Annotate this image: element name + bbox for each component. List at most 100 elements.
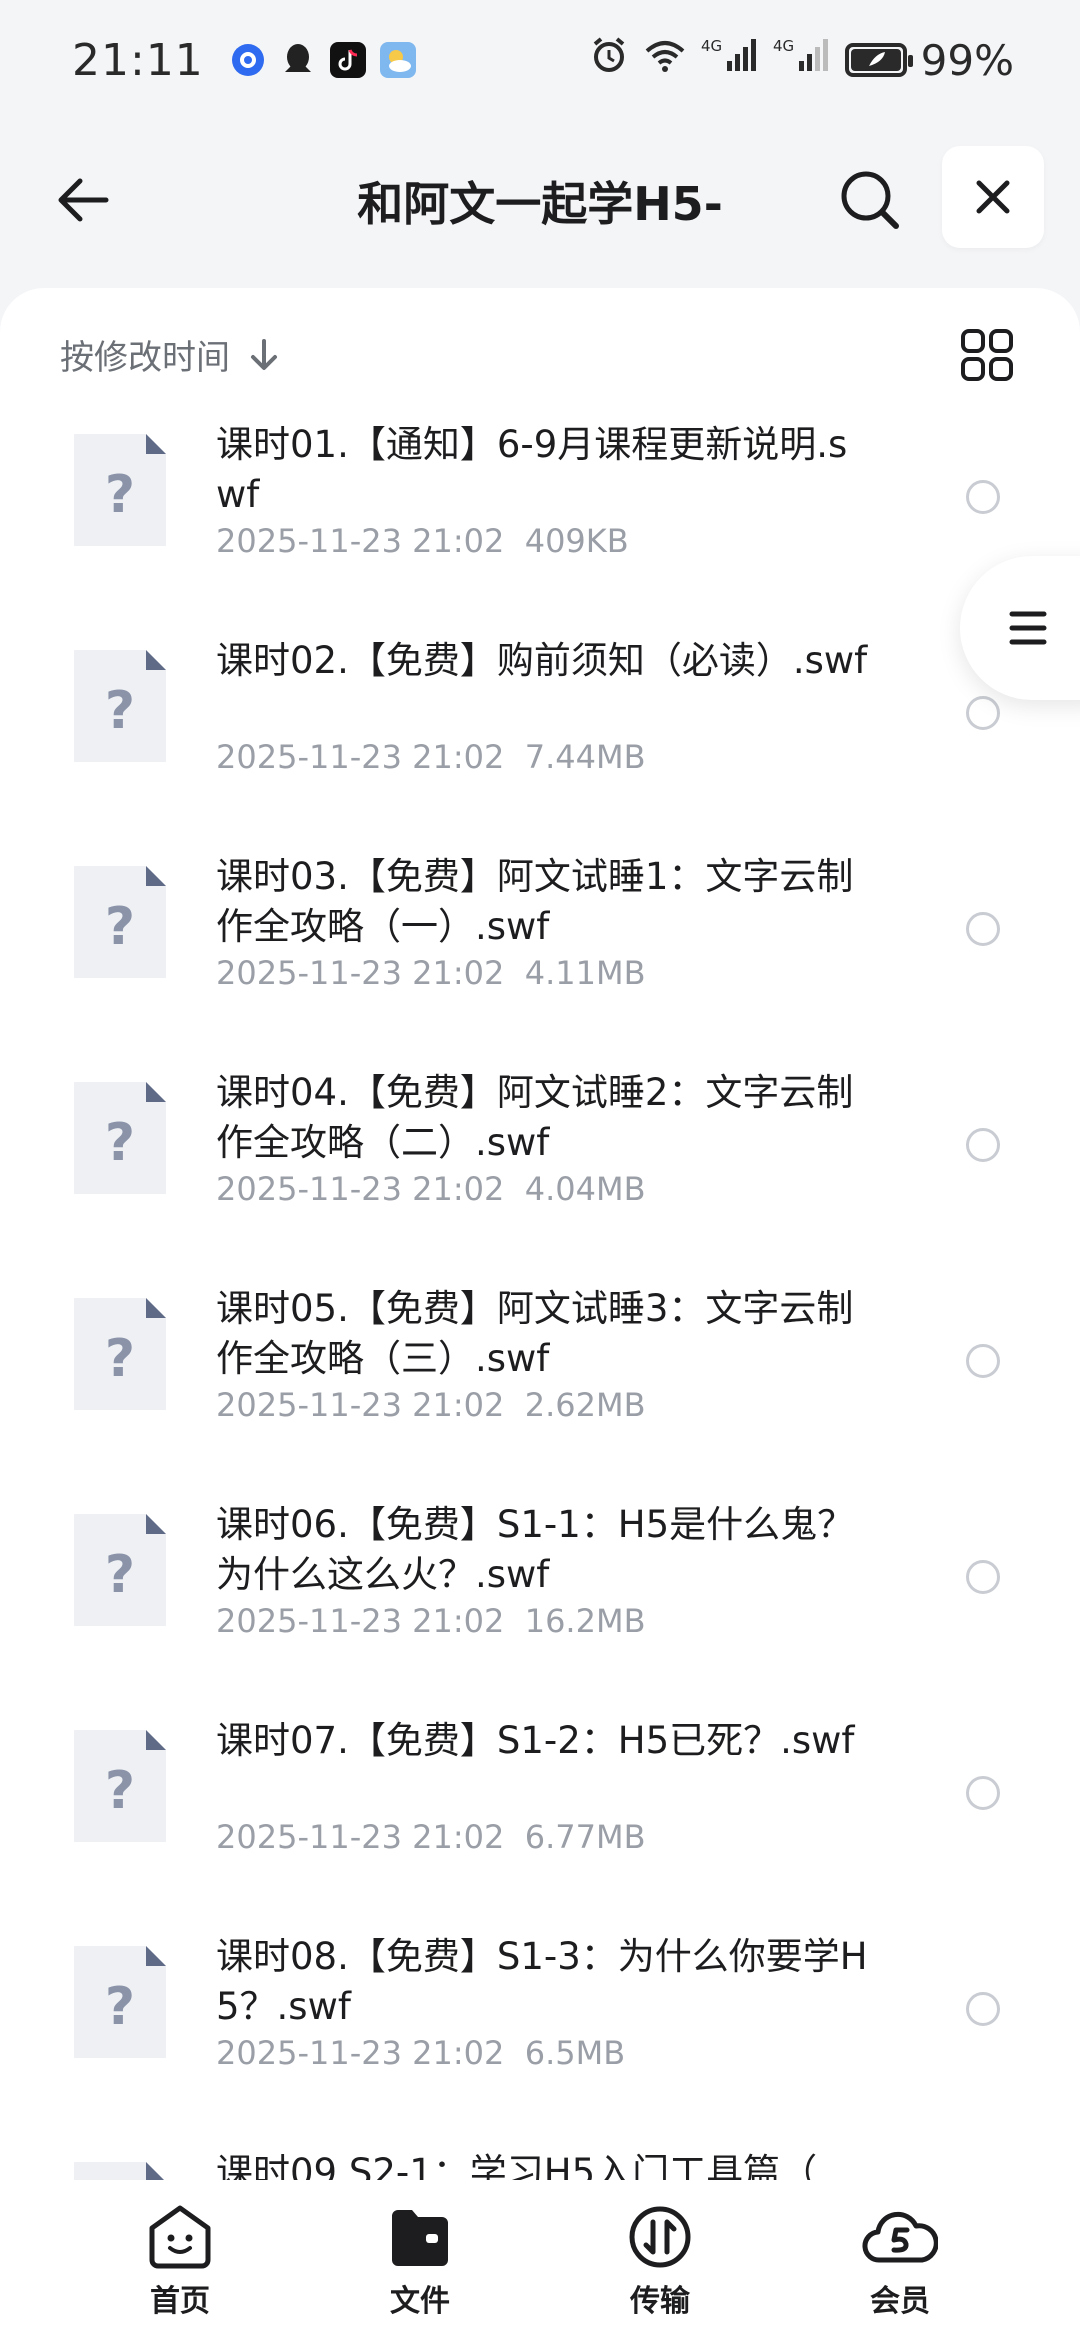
file-row[interactable]: ? 课时03.【免费】阿文试睡1：文字云制作全攻略（一）.swf 2025-11-2…	[0, 852, 1080, 1068]
home-face-icon	[149, 2205, 211, 2269]
file-name: 课时03.【免费】阿文试睡1：文字云制作全攻略（一）.swf	[216, 855, 854, 948]
file-date: 2025-11-23 21:02	[216, 738, 505, 776]
unknown-file-icon: ?	[74, 1298, 166, 1410]
file-row[interactable]: ? 课时07.【免费】S1-2：H5已死？.swf 2025-11-23 21:02…	[0, 1716, 1080, 1932]
file-name: 课时08.【免费】S1-3：为什么你要学H5？.swf	[216, 1935, 868, 2028]
tab-home[interactable]: 首页	[95, 2202, 265, 2320]
arrow-down-icon	[251, 338, 277, 370]
file-row[interactable]: ? 课时01.【通知】6-9月课程更新说明.swf 2025-11-23 21:02…	[0, 420, 1080, 636]
file-name: 课时06.【免费】S1-1：H5是什么鬼？为什么这么火？.swf	[216, 1503, 855, 1596]
select-checkbox[interactable]	[966, 696, 1000, 730]
unknown-file-icon: ?	[74, 1946, 166, 2058]
menu-icon	[1009, 611, 1047, 645]
meta-gap	[504, 2034, 524, 2072]
file-list: ? 课时01.【通知】6-9月课程更新说明.swf 2025-11-23 21:02…	[0, 420, 1080, 2188]
file-size: 4.11MB	[524, 954, 646, 992]
svg-text:?: ?	[105, 1545, 135, 1605]
4g-signal-icon: 4G	[773, 35, 831, 85]
file-size: 4.04MB	[524, 1170, 646, 1208]
file-name: 课时07.【免费】S1-2：H5已死？.swf	[216, 1719, 855, 1762]
sort-label: 按修改时间	[60, 338, 230, 378]
file-row[interactable]: ? 课时08.【免费】S1-3：为什么你要学H5？.swf 2025-11-23 2…	[0, 1932, 1080, 2148]
bottom-tab-bar: 首页 文件 传输 会员	[0, 2180, 1080, 2340]
meta-gap	[504, 738, 524, 776]
status-bar: 21:11 4G 4G 99%	[0, 0, 1080, 120]
file-meta: 2025-11-23 21:02 409KB	[216, 522, 629, 560]
meta-gap	[504, 954, 524, 992]
search-button[interactable]	[830, 160, 910, 240]
tab-label: 传输	[630, 2284, 690, 2319]
svg-text:?: ?	[105, 897, 135, 957]
qq-icon	[280, 42, 316, 78]
select-checkbox[interactable]	[966, 912, 1000, 946]
alarm-icon	[589, 35, 629, 85]
transfer-icon	[629, 2206, 691, 2268]
tab-vip[interactable]: 会员	[815, 2202, 985, 2320]
svg-text:?: ?	[105, 1113, 135, 1173]
file-name: 课时01.【通知】6-9月课程更新说明.swf	[216, 423, 848, 516]
file-size: 6.5MB	[524, 2034, 626, 2072]
unknown-file-icon: ?	[74, 1082, 166, 1194]
file-size: 409KB	[524, 522, 629, 560]
unknown-file-icon: ?	[74, 650, 166, 762]
tab-label: 文件	[390, 2284, 450, 2319]
file-row[interactable]: ? 课时02.【免费】购前须知（必读）.swf 2025-11-23 21:02 7…	[0, 636, 1080, 852]
select-checkbox[interactable]	[966, 1560, 1000, 1594]
grid-view-toggle[interactable]	[960, 328, 1020, 388]
svg-text:?: ?	[105, 1761, 135, 1821]
select-checkbox[interactable]	[966, 1992, 1000, 2026]
file-date: 2025-11-23 21:02	[216, 522, 505, 560]
folder-icon	[392, 2210, 448, 2266]
content-card: 按修改时间 ? 课时01.【通知】6-9月课程更新说明.swf 2025-11-23…	[0, 288, 1080, 2188]
file-date: 2025-11-23 21:02	[216, 954, 505, 992]
file-meta: 2025-11-23 21:02 16.2MB	[216, 1602, 646, 1640]
file-row[interactable]: ? 课时04.【免费】阿文试睡2：文字云制作全攻略（二）.swf 2025-11-2…	[0, 1068, 1080, 1284]
battery-icon	[844, 43, 913, 77]
file-meta: 2025-11-23 21:02 4.11MB	[216, 954, 646, 992]
weather-icon	[379, 42, 416, 78]
close-icon	[976, 180, 1010, 214]
file-date: 2025-11-23 21:02	[216, 1602, 505, 1640]
svg-text:?: ?	[105, 1977, 135, 2037]
close-button[interactable]	[942, 146, 1044, 248]
file-row[interactable]: ? 课时05.【免费】阿文试睡3：文字云制作全攻略（三）.swf 2025-11-2…	[0, 1284, 1080, 1500]
4g-signal-icon: 4G	[701, 35, 759, 85]
select-checkbox[interactable]	[966, 1344, 1000, 1378]
file-meta: 2025-11-23 21:02 2.62MB	[216, 1386, 646, 1424]
browser-icon	[230, 42, 266, 78]
tab-files[interactable]: 文件	[335, 2202, 505, 2320]
tab-label: 首页	[150, 2284, 210, 2319]
file-size: 6.77MB	[524, 1818, 646, 1856]
unknown-file-icon: ?	[74, 1514, 166, 1626]
page-title: 和阿文一起学H5-	[357, 177, 723, 231]
meta-gap	[504, 522, 524, 560]
svg-text:?: ?	[105, 1329, 135, 1389]
svg-text:?: ?	[105, 465, 135, 525]
status-time: 21:11	[72, 34, 204, 86]
sort-toggle[interactable]: 按修改时间	[60, 330, 280, 379]
meta-gap	[504, 1170, 524, 1208]
tab-transfer[interactable]: 传输	[575, 2202, 745, 2320]
file-date: 2025-11-23 21:02	[216, 1818, 505, 1856]
status-right: 4G 4G 99%	[589, 35, 1014, 85]
file-name: 课时05.【免费】阿文试睡3：文字云制作全攻略（三）.swf	[216, 1287, 854, 1380]
svg-text:4G: 4G	[773, 37, 794, 55]
file-meta: 2025-11-23 21:02 4.04MB	[216, 1170, 646, 1208]
svg-text:4G: 4G	[701, 37, 722, 55]
file-size: 2.62MB	[524, 1386, 646, 1424]
vip-cloud-icon	[862, 2211, 938, 2263]
wifi-icon	[643, 35, 687, 85]
file-row[interactable]: ? 课时06.【免费】S1-1：H5是什么鬼？为什么这么火？.swf 2025-11…	[0, 1500, 1080, 1716]
select-checkbox[interactable]	[966, 1128, 1000, 1162]
unknown-file-icon: ?	[74, 866, 166, 978]
select-checkbox[interactable]	[966, 1776, 1000, 1810]
select-checkbox[interactable]	[966, 480, 1000, 514]
file-meta: 2025-11-23 21:02 7.44MB	[216, 738, 646, 776]
header: 和阿文一起学H5-	[0, 130, 1080, 270]
file-date: 2025-11-23 21:02	[216, 2034, 505, 2072]
tiktok-icon	[329, 42, 366, 78]
unknown-file-icon: ?	[74, 434, 166, 546]
file-size: 16.2MB	[524, 1602, 646, 1640]
meta-gap	[504, 1386, 524, 1424]
svg-text:?: ?	[105, 681, 135, 741]
